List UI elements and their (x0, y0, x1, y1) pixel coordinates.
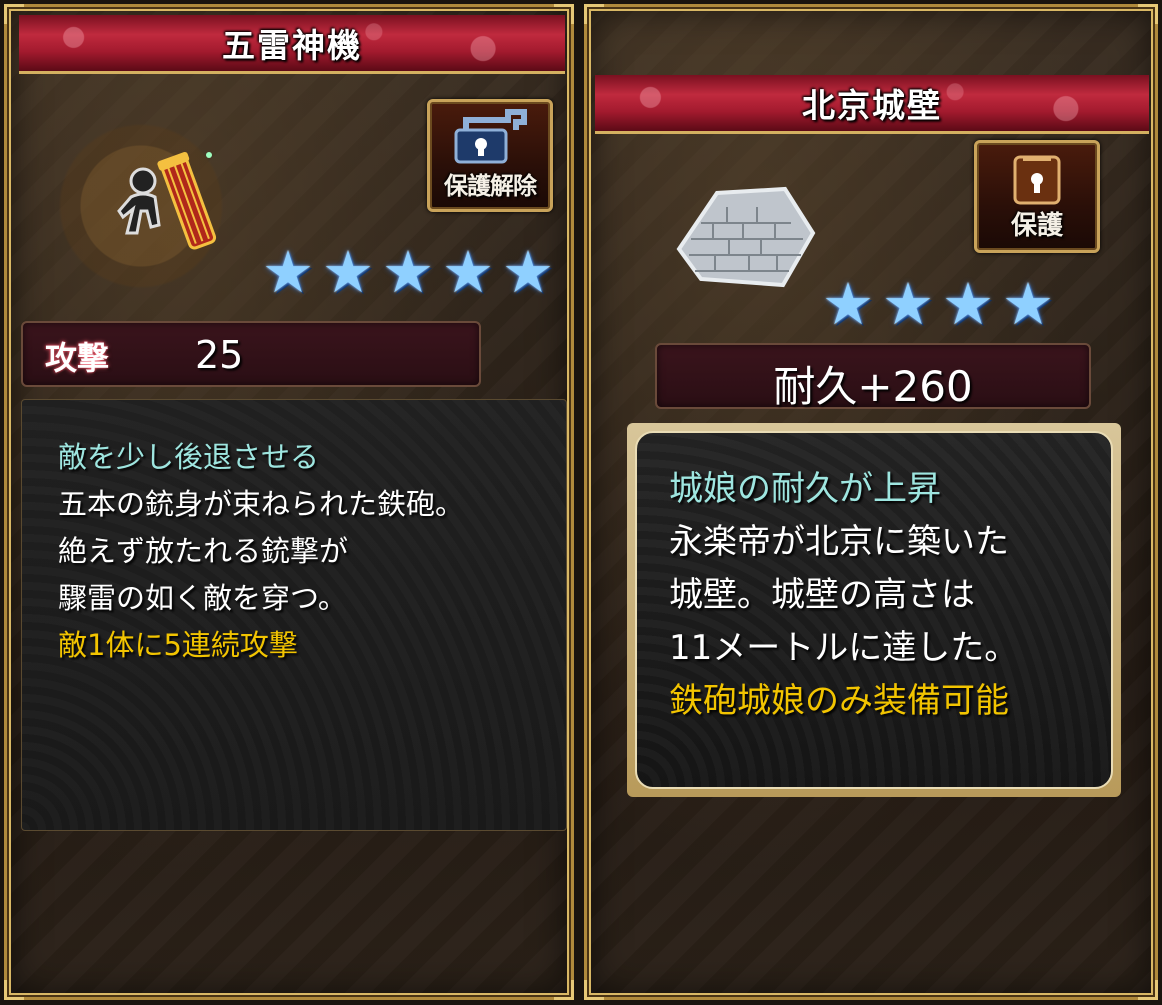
description-box: 敵を少し後退させる 五本の銃身が束ねられた鉄砲。 絶えず放たれる銃撃が 驟雷の如… (21, 399, 567, 831)
stat-value: 25 (195, 333, 244, 377)
item-card-left: 五雷神機 保護解除 ★ ★ ★ ★ ★ 攻撃 25 敵を少し後退させる 五本の銃… (4, 4, 574, 1000)
star-icon: ★ (322, 238, 374, 306)
gatling-gun-icon (117, 151, 217, 250)
star-icon: ★ (1002, 270, 1054, 338)
rarity-stars: ★ ★ ★ ★ (819, 275, 1057, 333)
frame-corner (584, 980, 604, 1000)
stat-bar: 攻撃 25 (21, 321, 481, 387)
effect-line: 城娘の耐久が上昇 (669, 469, 941, 509)
protect-label: 保護 (1010, 211, 1063, 241)
star-icon: ★ (442, 238, 494, 306)
star-icon: ★ (882, 270, 934, 338)
flavor-line: 11メートルに達した。 (669, 628, 1019, 668)
flavor-line: 驟雷の如く敵を穿つ。 (58, 581, 347, 615)
frame-corner (1138, 980, 1158, 1000)
frame-corner (1138, 4, 1158, 24)
stat-text: 耐久+260 (773, 362, 973, 411)
item-title: 五雷神機 (222, 26, 362, 65)
stat-bar: 耐久+260 (655, 343, 1091, 411)
lock-icon (1013, 155, 1061, 205)
item-card-right: 北京城壁 保護 ★ ★ ★ ★ 耐久+260 城娘の耐久が上昇 永楽帝が北京に築… (584, 4, 1158, 1000)
flavor-line: 五本の銃身が束ねられた鉄砲。 (58, 487, 465, 521)
star-icon: ★ (382, 238, 434, 306)
stone-wall-icon (676, 186, 816, 288)
flavor-line: 城壁。城壁の高さは (669, 575, 975, 615)
star-icon: ★ (502, 238, 554, 306)
item-title-bar: 北京城壁 (595, 75, 1149, 134)
special-line: 鉄砲城娘のみ装備可能 (669, 681, 1009, 721)
frame-corner (4, 980, 24, 1000)
frame-corner (554, 980, 574, 1000)
effect-line: 敵を少し後退させる (58, 440, 320, 474)
star-icon: ★ (262, 238, 314, 306)
description-box: 城娘の耐久が上昇 永楽帝が北京に築いた 城壁。城壁の高さは 11メートルに達した… (627, 423, 1121, 797)
frame-corner (584, 4, 604, 24)
protect-button[interactable]: 保護 (974, 140, 1100, 253)
unlock-icon (454, 109, 527, 164)
item-title: 北京城壁 (802, 86, 942, 125)
unprotect-button[interactable]: 保護解除 (427, 99, 553, 212)
flavor-line: 絶えず放たれる銃撃が (58, 534, 349, 568)
stat-label: 攻撃 (45, 339, 110, 377)
unprotect-label: 保護解除 (444, 172, 537, 200)
rarity-stars: ★ ★ ★ ★ ★ (259, 243, 557, 301)
star-icon: ★ (822, 270, 874, 338)
special-line: 敵1体に5連続攻撃 (58, 628, 298, 662)
star-icon: ★ (942, 270, 994, 338)
flavor-line: 永楽帝が北京に築いた (669, 522, 1009, 562)
item-title-bar: 五雷神機 (19, 15, 565, 74)
